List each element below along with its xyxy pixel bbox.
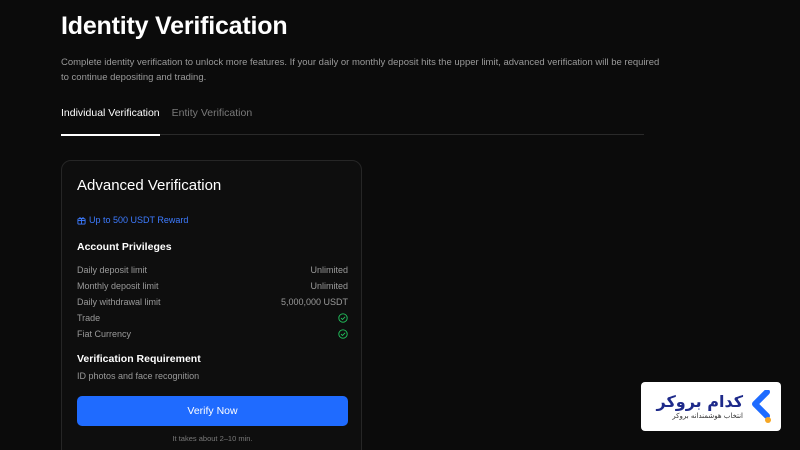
privilege-value: 5,000,000 USDT (280, 297, 348, 307)
privilege-row: Daily deposit limit Unlimited (77, 262, 348, 278)
privileges-list: Daily deposit limit Unlimited Monthly de… (77, 262, 348, 342)
check-icon (338, 313, 348, 323)
privilege-value: Unlimited (310, 265, 348, 275)
verify-now-button[interactable]: Verify Now (77, 396, 348, 426)
time-estimate: It takes about 2–10 min. (172, 434, 253, 443)
privilege-label: Daily deposit limit (77, 265, 148, 275)
page-title: Identity Verification (61, 12, 288, 40)
tab-individual-verification[interactable]: Individual Verification (61, 104, 160, 136)
privilege-row: Trade (77, 310, 348, 326)
watermark-logo: کدام بروکر انتخاب هوشمندانه بروکر (641, 382, 781, 431)
privilege-row: Daily withdrawal limit 5,000,000 USDT (77, 294, 348, 310)
privilege-row: Monthly deposit limit Unlimited (77, 278, 348, 294)
reward-badge[interactable]: Up to 500 USDT Reward (77, 215, 188, 225)
tab-entity-verification[interactable]: Entity Verification (172, 104, 253, 135)
watermark-sub: انتخاب هوشمندانه بروکر (672, 411, 743, 420)
page: Identity Verification Complete identity … (0, 0, 800, 450)
privilege-value: Unlimited (310, 281, 348, 291)
privilege-label: Fiat Currency (77, 329, 132, 339)
verification-tabs: Individual Verification Entity Verificat… (61, 104, 644, 136)
advanced-verification-card: Advanced Verification Up to 500 USDT Rew… (61, 160, 362, 450)
verification-requirement-text: ID photos and face recognition (77, 371, 200, 381)
card-title: Advanced Verification (77, 177, 222, 194)
check-icon (338, 329, 348, 339)
page-description: Complete identity verification to unlock… (61, 57, 660, 83)
gift-icon (77, 216, 86, 225)
reward-text: Up to 500 USDT Reward (89, 215, 189, 225)
privilege-label: Trade (77, 313, 101, 323)
privilege-row: Fiat Currency (77, 326, 348, 342)
verification-requirement-heading: Verification Requirement (77, 353, 201, 365)
privilege-label: Daily withdrawal limit (77, 297, 161, 307)
brand-chevron-icon (752, 389, 771, 423)
privilege-label: Monthly deposit limit (77, 281, 159, 291)
watermark-main: کدام بروکر (656, 391, 744, 411)
watermark-text: کدام بروکر انتخاب هوشمندانه بروکر (656, 391, 744, 421)
account-privileges-heading: Account Privileges (77, 241, 172, 253)
